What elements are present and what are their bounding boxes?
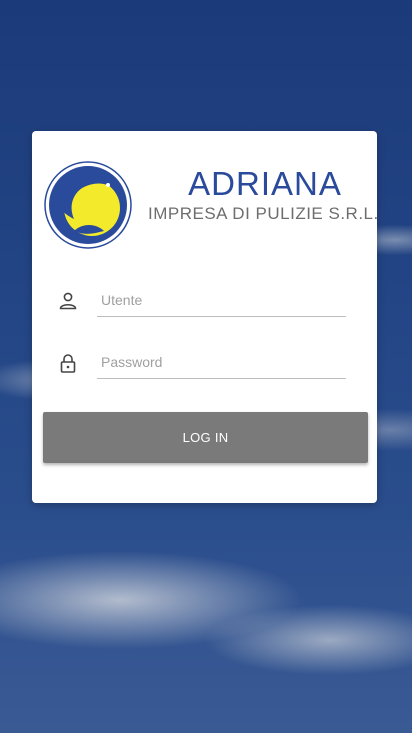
- password-input[interactable]: [97, 345, 346, 379]
- brand-block: ADRIANA IMPRESA DI PULIZIE S.R.L.: [148, 165, 379, 225]
- password-field: [52, 345, 348, 381]
- brand-name: ADRIANA: [188, 165, 342, 202]
- dolphin-logo-icon: [44, 161, 132, 249]
- user-icon: [59, 292, 77, 310]
- brand-subtitle: IMPRESA DI PULIZIE S.R.L.: [148, 204, 379, 223]
- username-input[interactable]: [97, 283, 346, 317]
- lock-icon: [60, 354, 76, 373]
- login-button[interactable]: LOG IN: [43, 412, 368, 463]
- username-field: [52, 283, 348, 319]
- login-card: ADRIANA IMPRESA DI PULIZIE S.R.L. LOG IN: [32, 131, 379, 503]
